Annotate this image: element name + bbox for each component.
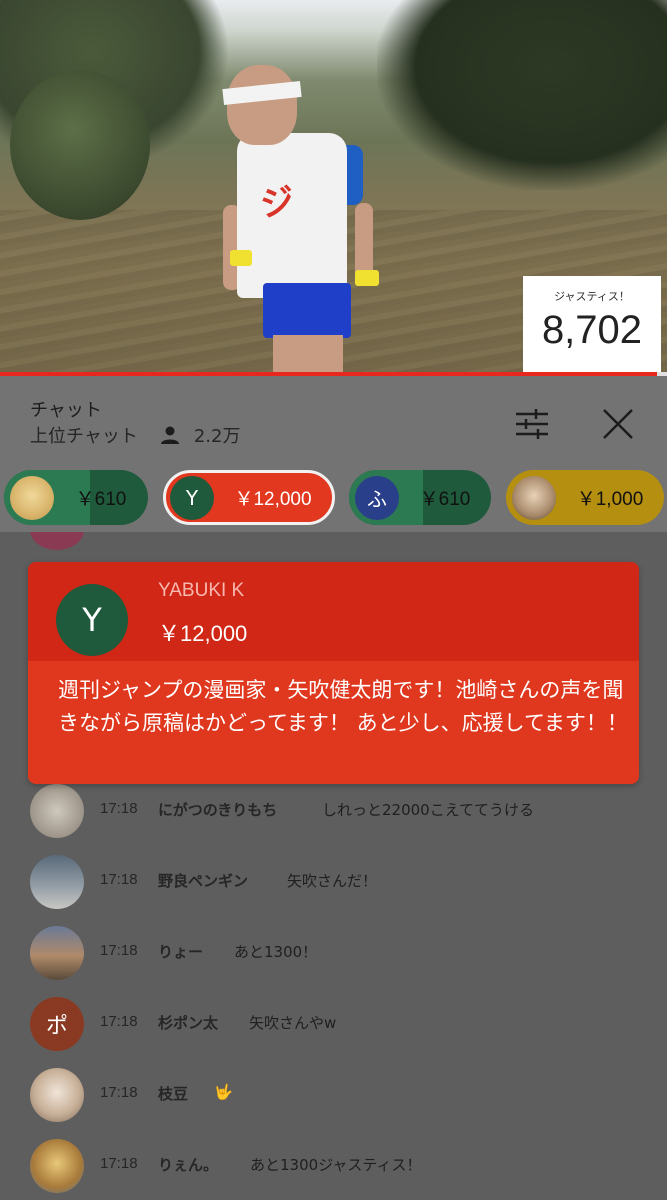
- message-author: りょー: [158, 943, 204, 961]
- avatar: [30, 784, 84, 838]
- superchat-amount: ￥12,000: [158, 621, 248, 646]
- avatar: ふ: [355, 475, 399, 520]
- chat-title: チャット: [30, 400, 102, 421]
- superchat-card[interactable]: Y YABUKI K ￥12,000 週刊ジャンプの漫画家・矢吹健太朗です！池崎…: [28, 562, 639, 784]
- message-time: 17:18: [100, 1084, 138, 1101]
- chat-message[interactable]: 17:18 にがつのきりもち しれっと22000こえててうける: [0, 778, 667, 838]
- message-time: 17:18: [100, 1013, 138, 1030]
- head: [227, 65, 297, 145]
- message-text: あと1300！: [234, 943, 318, 961]
- avatar: [512, 475, 556, 520]
- avatar: [10, 475, 54, 520]
- avatar: [30, 926, 84, 980]
- message-time: 17:18: [100, 942, 138, 959]
- superchat-ticker: ￥610 Y ￥12,000 ふ ￥610 ￥1,000: [0, 464, 667, 532]
- sliders-icon[interactable]: [512, 404, 552, 444]
- message-author: 枝豆: [158, 1085, 189, 1103]
- chip-amount: ￥1,000: [576, 489, 644, 510]
- message-time: 17:18: [100, 871, 138, 888]
- avatar: [30, 532, 84, 550]
- ticker-chip[interactable]: ふ ￥610: [349, 470, 491, 525]
- video-player[interactable]: ジ ジャスティス！ 8,702: [0, 0, 667, 372]
- superchat-username: YABUKI K: [158, 580, 245, 601]
- message-text: しれっと22000こえててうける: [322, 801, 534, 819]
- ticker-chip[interactable]: ￥1,000: [506, 470, 664, 525]
- chat-message[interactable]: 17:18 枝豆 🤟: [0, 1062, 667, 1122]
- person-icon: [160, 426, 179, 444]
- message-time: 17:18: [100, 1155, 138, 1172]
- message-author: にがつのきりもち: [158, 801, 278, 819]
- message-text: 🤟: [214, 1083, 233, 1101]
- message-text: 矢吹さんやw: [249, 1014, 337, 1032]
- message-text: あと1300ジャスティス！: [250, 1156, 422, 1174]
- counter-value: 8,702: [541, 308, 643, 352]
- message-author: 杉ポン太: [158, 1014, 219, 1032]
- chat-message[interactable]: 17:18 野良ペンギン 矢吹さんだ！: [0, 849, 667, 909]
- legs: [273, 335, 343, 372]
- chip-amount: ￥12,000: [234, 489, 312, 510]
- message-author: 野良ペンギン: [158, 872, 249, 890]
- chip-amount: ￥610: [419, 489, 471, 510]
- chat-header: チャット 上位チャット 2.2万: [0, 376, 667, 464]
- chip-amount: ￥610: [75, 489, 127, 510]
- wristband-left: [230, 250, 252, 266]
- avatar: [30, 1139, 84, 1193]
- avatar: Y: [56, 584, 128, 656]
- justice-counter: ジャスティス！ 8,702: [523, 276, 661, 372]
- shorts: [263, 283, 351, 338]
- chat-message[interactable]: 17:18 りょー あと1300！: [0, 920, 667, 980]
- bush-image: [10, 70, 150, 220]
- avatar: [30, 1068, 84, 1122]
- message-time: 17:18: [100, 800, 138, 817]
- close-icon[interactable]: [598, 404, 638, 444]
- performer-figure: ジ: [215, 55, 379, 372]
- counter-label: ジャスティス！: [554, 290, 630, 303]
- chat-message[interactable]: ポ 17:18 杉ポン太 矢吹さんやw: [0, 991, 667, 1051]
- avatar: [30, 855, 84, 909]
- trees-background-right: [377, 0, 667, 190]
- viewer-count: 2.2万: [193, 426, 241, 447]
- avatar: ポ: [30, 997, 84, 1051]
- message-author: りぇん。: [158, 1156, 219, 1174]
- chat-mode-selector[interactable]: 上位チャット 2.2万: [30, 422, 240, 448]
- ticker-chip-selected[interactable]: Y ￥12,000: [163, 470, 335, 525]
- wristband-right: [355, 270, 379, 286]
- avatar: Y: [170, 475, 214, 520]
- superchat-message: 週刊ジャンプの漫画家・矢吹健太朗です！池崎さんの声を聞きながら原稿はかどってます…: [58, 678, 628, 735]
- chat-message[interactable]: 17:18 りぇん。 あと1300ジャスティス！: [0, 1133, 667, 1193]
- message-text: 矢吹さんだ！: [287, 872, 378, 890]
- chat-mode-label: 上位チャット: [30, 426, 138, 447]
- ticker-chip[interactable]: ￥610: [4, 470, 148, 525]
